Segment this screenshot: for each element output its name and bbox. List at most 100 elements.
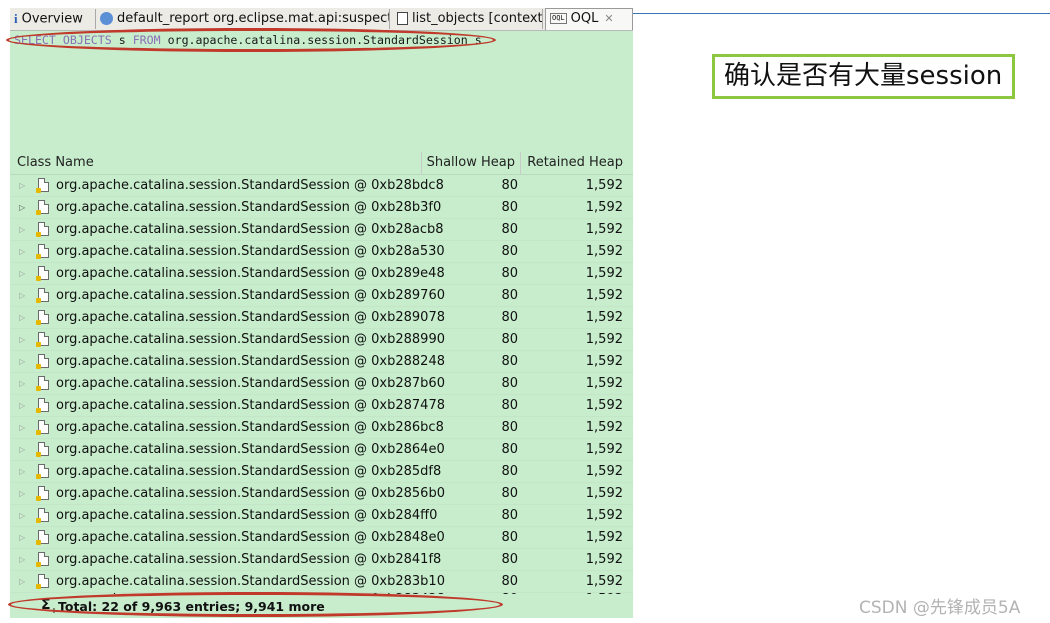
shallow-heap-value: 80 (501, 244, 518, 259)
oql-icon: OQL (550, 13, 567, 24)
expand-icon[interactable]: ▷ (19, 197, 25, 218)
retained-heap-value: 1,592 (585, 552, 623, 567)
object-name: org.apache.catalina.session.StandardSess… (56, 178, 444, 193)
expand-icon[interactable]: ▷ (19, 329, 25, 350)
shallow-heap-value: 80 (501, 200, 518, 215)
retained-heap-value: 1,592 (585, 464, 623, 479)
keyword-objects: OBJECTS (62, 33, 112, 47)
expand-icon[interactable]: ▷ (19, 505, 25, 526)
column-retained-heap[interactable]: Retained Heap (520, 152, 627, 174)
shallow-heap-value: 80 (501, 178, 518, 193)
object-icon (36, 486, 49, 501)
tab-oql[interactable]: OQL OQL ✕ (545, 8, 633, 30)
retained-heap-value: 1,592 (585, 442, 623, 457)
object-name: org.apache.catalina.session.StandardSess… (56, 354, 445, 369)
retained-heap-value: 1,592 (585, 376, 623, 391)
table-row[interactable]: ▷ org.apache.catalina.session.StandardSes… (10, 439, 633, 461)
table-row[interactable]: ▷ org.apache.catalina.session.StandardSes… (10, 329, 633, 351)
object-icon (36, 464, 49, 479)
expand-icon[interactable]: ▷ (19, 219, 25, 240)
tab-label: OQL (570, 11, 599, 26)
table-row[interactable]: ▷ org.apache.catalina.session.StandardSes… (10, 263, 633, 285)
expand-icon[interactable]: ▷ (19, 285, 25, 306)
table-row[interactable]: ▷ org.apache.catalina.session.StandardSes… (10, 483, 633, 505)
annotation-callout: 确认是否有大量session (712, 54, 1015, 99)
retained-heap-value: 1,592 (585, 310, 623, 325)
object-icon (36, 288, 49, 303)
expand-icon[interactable]: ▷ (19, 439, 25, 460)
tab-overview[interactable]: i Overview (10, 9, 96, 29)
expand-icon[interactable]: ▷ (19, 307, 25, 328)
expand-icon[interactable]: ▷ (19, 483, 25, 504)
tab-label: default_report org.eclipse.mat.api:suspe… (117, 11, 390, 26)
table-row[interactable]: ▷ org.apache.catalina.session.StandardSes… (10, 285, 633, 307)
column-shallow-heap[interactable]: Shallow Heap (421, 152, 519, 174)
retained-heap-value: 1,592 (585, 244, 623, 259)
mat-oql-editor: i Overview default_report org.eclipse.mat… (10, 8, 633, 618)
object-icon (36, 420, 49, 435)
expand-icon[interactable]: ▷ (19, 417, 25, 438)
expand-icon[interactable]: ▷ (19, 527, 25, 548)
table-row[interactable]: ▷ org.apache.catalina.session.StandardSes… (10, 351, 633, 373)
retained-heap-value: 1,592 (585, 222, 623, 237)
shallow-heap-value: 80 (501, 354, 518, 369)
object-icon (36, 398, 49, 413)
table-row[interactable]: ▷ org.apache.catalina.session.StandardSes… (10, 527, 633, 549)
close-icon[interactable]: ✕ (604, 12, 613, 25)
object-name: org.apache.catalina.session.StandardSess… (56, 420, 444, 435)
expand-icon[interactable]: ▷ (19, 175, 25, 196)
table-row[interactable]: ▷ org.apache.catalina.session.StandardSes… (10, 307, 633, 329)
table-row[interactable]: ▷ org.apache.catalina.session.StandardSes… (10, 395, 633, 417)
retained-heap-value: 1,592 (585, 354, 623, 369)
object-icon (36, 552, 49, 567)
expand-icon[interactable]: ▷ (19, 549, 25, 570)
divider-line (633, 13, 1050, 14)
object-icon (36, 310, 49, 325)
tab-label: Overview (21, 11, 83, 27)
object-name: org.apache.catalina.session.StandardSess… (56, 442, 445, 457)
expand-icon[interactable]: ▷ (19, 571, 25, 592)
table-row[interactable]: ▷ org.apache.catalina.session.StandardSes… (10, 373, 633, 395)
object-name: org.apache.catalina.session.StandardSess… (56, 376, 445, 391)
object-name: org.apache.catalina.session.StandardSess… (56, 508, 438, 523)
tab-list-objects[interactable]: list_objects [context] (393, 9, 543, 29)
table-row[interactable]: ▷ org.apache.catalina.session.StandardSes… (10, 241, 633, 263)
table-row[interactable]: ▷ org.apache.catalina.session.StandardSes… (10, 505, 633, 527)
object-name: org.apache.catalina.session.StandardSess… (56, 332, 445, 347)
expand-icon[interactable]: ▷ (19, 395, 25, 416)
expand-icon[interactable]: ▷ (19, 373, 25, 394)
object-name: org.apache.catalina.session.StandardSess… (56, 244, 445, 259)
object-name: org.apache.catalina.session.StandardSess… (56, 200, 442, 215)
object-icon (36, 354, 49, 369)
object-icon (36, 332, 49, 347)
table-row[interactable]: ▷ org.apache.catalina.session.StandardSes… (10, 417, 633, 439)
table-row[interactable]: ▷ org.apache.catalina.session.StandardSes… (10, 175, 633, 197)
table-row[interactable]: ▷ org.apache.catalina.session.StandardSes… (10, 219, 633, 241)
result-table-body: ▷ org.apache.catalina.session.StandardSes… (10, 175, 633, 615)
tab-default-report[interactable]: default_report org.eclipse.mat.api:suspe… (96, 9, 390, 29)
shallow-heap-value: 80 (501, 310, 518, 325)
column-class-name[interactable]: Class Name (17, 152, 94, 174)
table-row[interactable]: ▷ org.apache.catalina.session.StandardSes… (10, 549, 633, 571)
expand-icon[interactable]: ▷ (19, 263, 25, 284)
retained-heap-value: 1,592 (585, 288, 623, 303)
table-row[interactable]: ▷ org.apache.catalina.session.StandardSes… (10, 461, 633, 483)
object-icon (36, 200, 49, 215)
shallow-heap-value: 80 (501, 288, 518, 303)
retained-heap-value: 1,592 (585, 266, 623, 281)
object-name: org.apache.catalina.session.StandardSess… (56, 464, 442, 479)
list-icon (397, 12, 408, 25)
shallow-heap-value: 80 (501, 222, 518, 237)
expand-icon[interactable]: ▷ (19, 351, 25, 372)
object-icon (36, 178, 49, 193)
expand-icon[interactable]: ▷ (19, 241, 25, 262)
expand-icon[interactable]: ▷ (19, 461, 25, 482)
shallow-heap-value: 80 (501, 530, 518, 545)
object-name: org.apache.catalina.session.StandardSess… (56, 552, 442, 567)
oql-query-text[interactable]: SELECT OBJECTS s FROM org.apache.catalin… (14, 33, 482, 47)
query-alias: s (118, 33, 126, 47)
object-name: org.apache.catalina.session.StandardSess… (56, 398, 445, 413)
table-row[interactable]: ▷ org.apache.catalina.session.StandardSes… (10, 197, 633, 219)
keyword-from: FROM (132, 33, 161, 47)
object-name: org.apache.catalina.session.StandardSess… (56, 266, 445, 281)
